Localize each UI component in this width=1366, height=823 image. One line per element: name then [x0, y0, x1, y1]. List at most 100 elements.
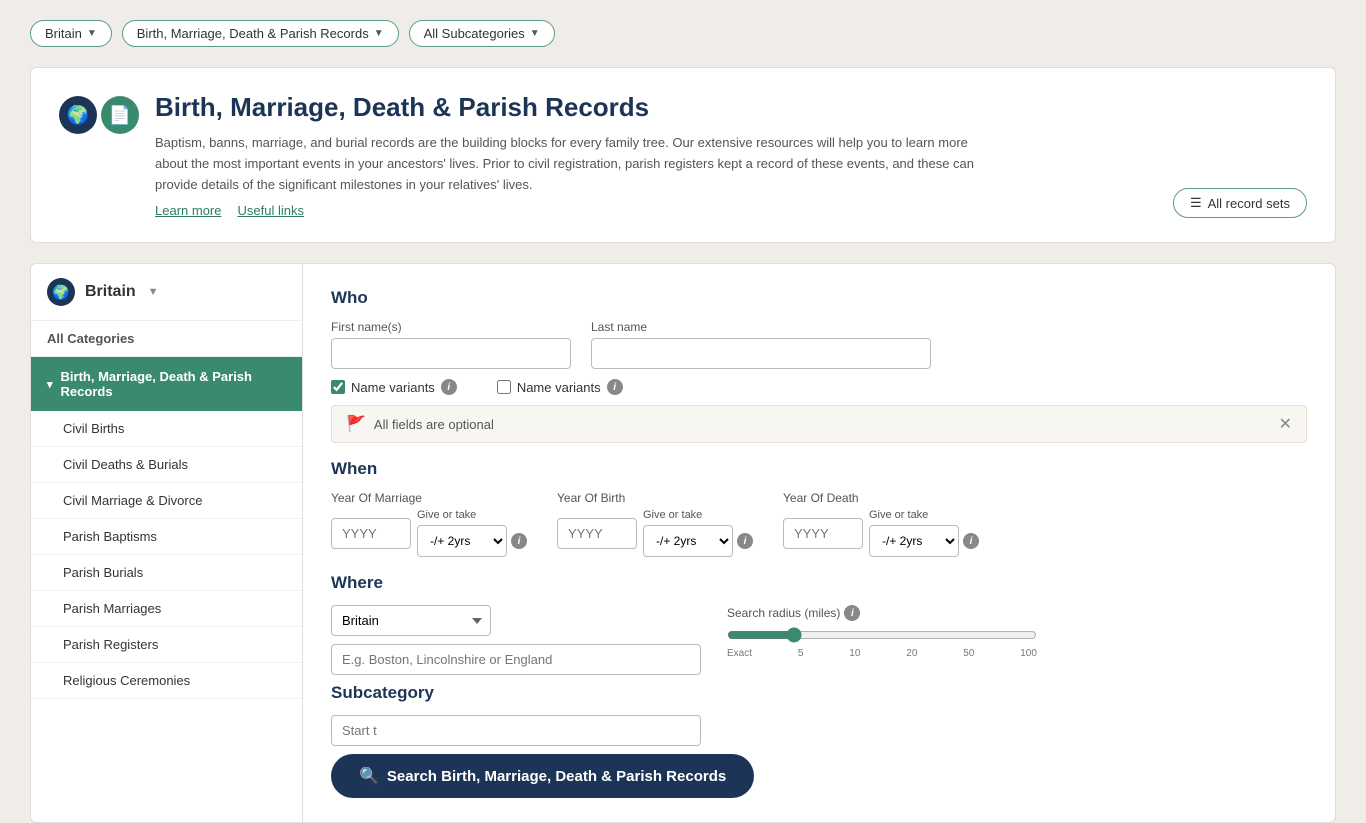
- breadcrumb-category-btn[interactable]: Birth, Marriage, Death & Parish Records …: [122, 20, 399, 47]
- sidebar-item-civil-deaths[interactable]: Civil Deaths & Burials: [31, 447, 302, 483]
- give-take-marriage-select[interactable]: -/+ 2yrs -/+ 1yr -/+ 5yrs Exact: [417, 525, 507, 557]
- radius-marks: Exact 5 10 20 50 100: [727, 648, 1037, 659]
- give-take-death-info[interactable]: i: [963, 533, 979, 549]
- sidebar-item-parish-burials[interactable]: Parish Burials: [31, 555, 302, 591]
- when-title: When: [331, 459, 1307, 479]
- year-of-death-label: Year Of Death: [783, 491, 979, 505]
- breadcrumb-region-caret: ▼: [87, 28, 97, 39]
- give-take-marriage: Give or take -/+ 2yrs -/+ 1yr -/+ 5yrs E…: [417, 509, 527, 557]
- radius-mark-20: 20: [906, 648, 917, 659]
- give-take-marriage-info[interactable]: i: [511, 533, 527, 549]
- give-take-birth-select[interactable]: -/+ 2yrs -/+ 1yr -/+ 5yrs Exact: [643, 525, 733, 557]
- page-description: Baptism, banns, marriage, and burial rec…: [155, 133, 975, 195]
- last-name-variants-checkbox[interactable]: [497, 380, 511, 394]
- search-button-label: Search Birth, Marriage, Death & Parish R…: [387, 768, 726, 785]
- year-of-death-inner: Give or take -/+ 2yrs -/+ 1yr -/+ 5yrs E…: [783, 509, 979, 557]
- sidebar-all-categories: All Categories: [31, 321, 302, 357]
- where-inputs: Britain England Scotland Wales: [331, 605, 701, 675]
- all-record-sets-label: All record sets: [1208, 196, 1290, 211]
- sidebar-category-chevron: ▾: [47, 378, 53, 391]
- give-take-birth: Give or take -/+ 2yrs -/+ 1yr -/+ 5yrs E…: [643, 509, 753, 557]
- location-input[interactable]: [331, 644, 701, 675]
- last-name-group: Last name: [591, 320, 931, 369]
- search-radius-text: Search radius (miles): [727, 606, 840, 620]
- breadcrumb-region-label: Britain: [45, 26, 82, 41]
- list-icon: ☰: [1190, 195, 1202, 211]
- first-name-variants-checkbox[interactable]: [331, 380, 345, 394]
- radius-mark-5: 5: [798, 648, 804, 659]
- who-row: First name(s) Last name: [331, 320, 1307, 369]
- sidebar-region-label: Britain: [85, 283, 136, 301]
- year-of-birth-group: Year Of Birth Give or take -/+ 2yrs -/+ …: [557, 491, 753, 557]
- first-name-variants-label: Name variants: [351, 380, 435, 395]
- bottom-section: 🌍 Britain ▼ All Categories ▾ Birth, Marr…: [30, 263, 1336, 823]
- region-icon: 🌍: [47, 278, 75, 306]
- search-radius-label: Search radius (miles) i: [727, 605, 1037, 621]
- sidebar-item-religious-ceremonies[interactable]: Religious Ceremonies: [31, 663, 302, 699]
- radius-slider-container: Exact 5 10 20 50 100: [727, 627, 1037, 659]
- sidebar-item-label: Civil Births: [63, 421, 124, 436]
- sidebar-active-category[interactable]: ▾ Birth, Marriage, Death & Parish Record…: [31, 357, 302, 411]
- radius-mark-50: 50: [963, 648, 974, 659]
- year-of-marriage-label: Year Of Marriage: [331, 491, 527, 505]
- last-name-input[interactable]: [591, 338, 931, 369]
- breadcrumb-region-btn[interactable]: Britain ▼: [30, 20, 112, 47]
- subcategory-input[interactable]: [331, 715, 701, 746]
- year-of-marriage-group: Year Of Marriage Give or take -/+ 2yrs -…: [331, 491, 527, 557]
- sidebar-region-caret: ▼: [148, 286, 159, 298]
- last-name-variants-label: Name variants: [517, 380, 601, 395]
- breadcrumb-nav: Britain ▼ Birth, Marriage, Death & Paris…: [0, 0, 1366, 67]
- country-select[interactable]: Britain England Scotland Wales: [331, 605, 491, 636]
- year-of-death-group: Year Of Death Give or take -/+ 2yrs -/+ …: [783, 491, 979, 557]
- header-icons: 🌍 📄: [59, 96, 139, 134]
- radius-mark-100: 100: [1020, 648, 1037, 659]
- header-text: Birth, Marriage, Death & Parish Records …: [155, 92, 975, 218]
- sidebar-item-civil-births[interactable]: Civil Births: [31, 411, 302, 447]
- give-take-birth-info[interactable]: i: [737, 533, 753, 549]
- sidebar-item-parish-registers[interactable]: Parish Registers: [31, 627, 302, 663]
- search-radius-info[interactable]: i: [844, 605, 860, 621]
- last-name-variants-info-icon[interactable]: i: [607, 379, 623, 395]
- sidebar-region[interactable]: 🌍 Britain ▼: [31, 264, 302, 321]
- main-card: 🌍 📄 Birth, Marriage, Death & Parish Reco…: [30, 67, 1336, 243]
- first-name-input[interactable]: [331, 338, 571, 369]
- give-take-death-select[interactable]: -/+ 2yrs -/+ 1yr -/+ 5yrs Exact: [869, 525, 959, 557]
- radius-slider[interactable]: [727, 627, 1037, 643]
- main-card-header: 🌍 📄 Birth, Marriage, Death & Parish Reco…: [59, 92, 1307, 218]
- sidebar-item-civil-marriage[interactable]: Civil Marriage & Divorce: [31, 483, 302, 519]
- give-take-death: Give or take -/+ 2yrs -/+ 1yr -/+ 5yrs E…: [869, 509, 979, 557]
- year-of-birth-input[interactable]: [557, 518, 637, 549]
- radius-mark-exact: Exact: [727, 648, 752, 659]
- breadcrumb-subcategory-btn[interactable]: All Subcategories ▼: [409, 20, 555, 47]
- year-of-death-input[interactable]: [783, 518, 863, 549]
- sidebar-item-label: Civil Marriage & Divorce: [63, 493, 202, 508]
- sidebar-item-label: Religious Ceremonies: [63, 673, 190, 688]
- breadcrumb-category-caret: ▼: [374, 28, 384, 39]
- search-radius-section: Search radius (miles) i Exact 5 10 20 50…: [727, 605, 1037, 659]
- optional-notice-close-btn[interactable]: ✕: [1279, 414, 1292, 434]
- sidebar-item-parish-baptisms[interactable]: Parish Baptisms: [31, 519, 302, 555]
- search-button[interactable]: 🔍 Search Birth, Marriage, Death & Parish…: [331, 754, 754, 798]
- sidebar-item-label: Civil Deaths & Burials: [63, 457, 188, 472]
- radius-mark-10: 10: [849, 648, 860, 659]
- all-record-sets-button[interactable]: ☰ All record sets: [1173, 188, 1307, 218]
- first-name-label: First name(s): [331, 320, 571, 334]
- year-of-marriage-input[interactable]: [331, 518, 411, 549]
- when-row: Year Of Marriage Give or take -/+ 2yrs -…: [331, 491, 1307, 557]
- where-row: Britain England Scotland Wales Search ra…: [331, 605, 1307, 675]
- breadcrumb-subcategory-label: All Subcategories: [424, 26, 525, 41]
- learn-more-link[interactable]: Learn more: [155, 203, 221, 218]
- give-take-marriage-label: Give or take: [417, 509, 527, 521]
- first-name-variants-info-icon[interactable]: i: [441, 379, 457, 395]
- useful-links-link[interactable]: Useful links: [237, 203, 303, 218]
- optional-notice-text: All fields are optional: [374, 417, 494, 432]
- globe-icon: 🌍: [59, 96, 97, 134]
- give-take-birth-label: Give or take: [643, 509, 753, 521]
- first-name-group: First name(s): [331, 320, 571, 369]
- year-of-marriage-inner: Give or take -/+ 2yrs -/+ 1yr -/+ 5yrs E…: [331, 509, 527, 557]
- subcategory-title: Subcategory: [331, 683, 1307, 703]
- search-icon: 🔍: [359, 766, 379, 786]
- breadcrumb-subcategory-caret: ▼: [530, 28, 540, 39]
- sidebar-item-label: Parish Burials: [63, 565, 143, 580]
- sidebar-item-parish-marriages[interactable]: Parish Marriages: [31, 591, 302, 627]
